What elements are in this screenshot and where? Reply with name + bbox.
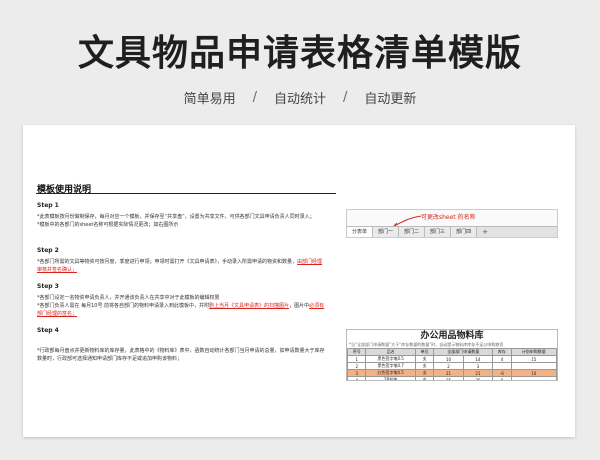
step-line: *各部门设定一名物资申请负责人，并开通该负责人在共享中对于此模板的编辑权限 [37, 294, 327, 302]
table-cell: 支 [414, 362, 435, 370]
table-header-cell: 序号 [347, 348, 367, 356]
table-cell: 15 [510, 355, 557, 363]
table-cell [510, 362, 557, 370]
table-cell: 2B铅笔 [365, 376, 416, 380]
tab-annotation: 可更改sheet 的名称 [421, 214, 476, 221]
sheet-tab: 部门一 [373, 227, 400, 237]
table-cell: 10 [433, 355, 464, 363]
feature-auto-stat: 自动统计 [273, 92, 326, 107]
table-cell: 21 [433, 369, 464, 377]
step-line: *此表模板按月份做制保存，每月对应一个模板，并保存至“共享盘”，设置为共享文件，… [37, 213, 327, 221]
step-text: *各部门所需的文具等物资可按月度，季度进行申领；申领时需打开《文具申请表》，手动… [37, 259, 298, 265]
table-cell: 21 [462, 369, 494, 377]
step-line: *各部门负责人需在 每月10号 前将各自部门的物料申请录入到此模板中，并附剧上当… [37, 302, 327, 318]
table-cell: 黑色签字笔0.5 [365, 355, 416, 363]
inventory-title: 办公用品物料库 [420, 331, 484, 341]
sheet-tabs-screenshot: 可更改sheet 的名称 分表单 部门一 部门二 部门三 部门四 + [346, 209, 558, 238]
separator: / [252, 90, 257, 105]
highlight-text: 剧上当月《文具申请表》的扫描图片 [209, 303, 290, 309]
sheet-tab: 分表单 [347, 227, 374, 237]
table-cell: 支 [414, 369, 435, 377]
table-header-cell: 库存 [492, 348, 512, 356]
template-preview-card: 模板使用说明 Step 1 *此表模板按月份做制保存，每月对应一个模板，并保存至… [23, 125, 575, 437]
feature-list: 简单易用 / 自动统计 / 自动更新 [0, 88, 600, 107]
sheet-tab: 部门四 [451, 227, 478, 237]
table-header-cell: 全部部门申请数量 [433, 348, 494, 356]
step-text: ，图片中 [289, 303, 310, 309]
table-header-cell: 品名 [365, 348, 416, 356]
table-cell: 支 [414, 376, 435, 380]
table-cell: 25 [462, 376, 494, 380]
table-header-cell: 单位 [414, 348, 435, 356]
table-cell: 2 [347, 362, 367, 370]
step-line: *模板中的各部门的sheet名称可根据实际情况更改；如右图所示 [37, 221, 327, 229]
sheet-tab: 部门二 [399, 227, 426, 237]
table-cell: -6 [492, 369, 512, 377]
sheet-tab: 部门三 [425, 227, 452, 237]
sheet-tab-bar: 分表单 部门一 部门二 部门三 部门四 + [347, 226, 557, 237]
table-row: 2 黑色签字笔0.7 支 2 3 [347, 362, 557, 370]
step-2-label: Step 2 [37, 247, 59, 254]
step-1-label: Step 1 [37, 202, 59, 209]
step-2-text: *各部门所需的文具等物资可按月度，季度进行申领；申领时需打开《文具申请表》，手动… [37, 258, 327, 274]
table-header-row: 序号 品名 单位 全部部门申请数量 库存 计划申购数量 [347, 348, 557, 356]
table-cell: 10 [510, 369, 557, 377]
table-row: 1 黑色签字笔0.5 支 10 14 4 15 [347, 355, 557, 363]
table-cell: 4 [347, 376, 367, 380]
step-4-label: Step 4 [37, 327, 59, 334]
step-text: *各部门负责人需在 每月10号 前将各自部门的物料申请录入到此模板中，并附 [37, 303, 210, 309]
table-cell: 3 [462, 362, 494, 370]
table-row: 4 2B铅笔支 25 25 0 [347, 376, 557, 380]
step-1-text: *此表模板按月份做制保存，每月对应一个模板，并保存至“共享盘”，设置为共享文件，… [37, 213, 327, 229]
step-line: *行政部每月盘点并更新物料库的库存量，此表格中的《物料库》表中，函数自动统计各部… [37, 347, 327, 363]
separator: / [343, 90, 348, 105]
table-cell [510, 376, 557, 380]
add-sheet-icon: + [482, 228, 488, 236]
step-text: *模板中的各部门的sheet名称可根据实际情况更改；如右图所示 [37, 222, 179, 228]
table-cell: 黑色签字笔0.7 [365, 362, 416, 370]
feature-auto-update: 自动更新 [364, 92, 417, 107]
table-header-cell: 计划申购数量 [510, 348, 557, 356]
inventory-screenshot: 办公用品物料库 *当“全部部门申请数量”大于“库存数量的数量”时，自动提示物料库… [346, 329, 558, 381]
page-title: 文具物品申请表格清单模版 [77, 33, 522, 74]
table-cell: 25 [433, 376, 464, 380]
table-cell: 2 [433, 362, 464, 370]
table-cell: 支 [414, 355, 435, 363]
step-line: *各部门所需的文具等物资可按月度，季度进行申领；申领时需打开《文具申请表》，手动… [37, 258, 327, 274]
table-cell: 3 [347, 369, 367, 377]
step-text: *各部门设定一名物资申请负责人，并开通该负责人在共享中对于此模板的编辑权限 [37, 295, 220, 301]
step-text: *此表模板按月份做制保存，每月对应一个模板，并保存至“共享盘”，设置为共享文件，… [37, 214, 315, 220]
table-cell: 0 [492, 376, 512, 380]
step-3-label: Step 3 [37, 283, 59, 290]
feature-easy: 简单易用 [183, 92, 236, 107]
step-3-text: *各部门设定一名物资申请负责人，并开通该负责人在共享中对于此模板的编辑权限 *各部… [37, 294, 327, 318]
table-row: 3 红色签字笔0.5 支 21 21 -6 10 [347, 369, 557, 377]
table-cell: 14 [462, 355, 494, 363]
step-4-text: *行政部每月盘点并更新物料库的库存量，此表格中的《物料库》表中，函数自动统计各部… [37, 347, 327, 363]
table-cell: 4 [492, 355, 512, 363]
inventory-table: 序号 品名 单位 全部部门申请数量 库存 计划申购数量 1 黑色签字笔0.5 支 10 14 4 15 2… [347, 348, 557, 380]
table-cell: 1 [347, 355, 367, 363]
table-cell [492, 362, 512, 370]
table-cell: 红色签字笔0.5 [365, 369, 416, 377]
step-text: *行政部每月盘点并更新物料库的库存量，此表格中的《物料库》表中，函数自动统计各部… [37, 348, 325, 362]
section-divider [36, 193, 336, 194]
